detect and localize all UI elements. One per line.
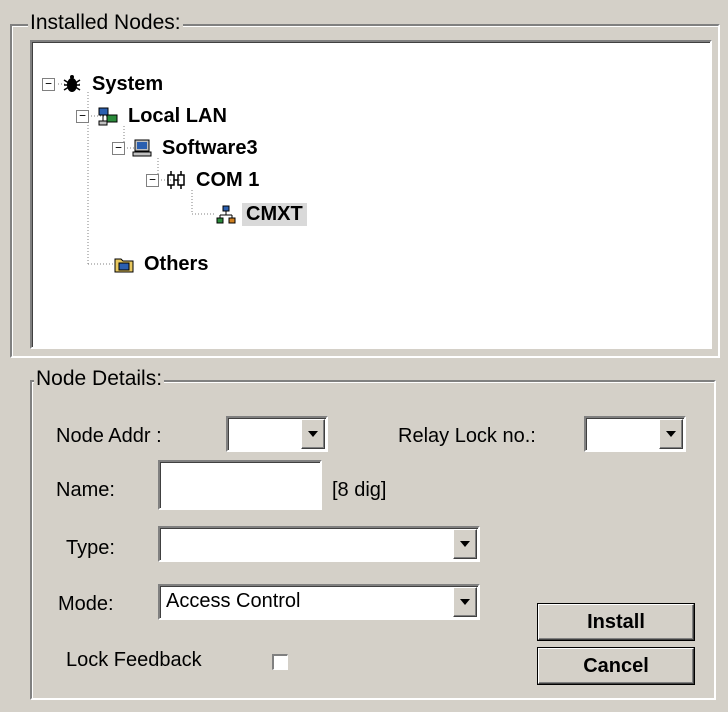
- name-label: Name:: [56, 479, 115, 501]
- type-select[interactable]: [158, 526, 480, 562]
- relay-lock-select[interactable]: [584, 416, 686, 452]
- mode-label: Mode:: [58, 593, 114, 615]
- system-bug-icon: [63, 75, 81, 92]
- name-hint: [8 dig]: [332, 479, 387, 501]
- node-addr-label: Node Addr :: [56, 425, 162, 447]
- lock-feedback-label: Lock Feedback: [66, 649, 202, 671]
- tree-node-label: Others: [144, 252, 209, 275]
- node-addr-select[interactable]: [226, 416, 328, 452]
- type-label: Type:: [66, 537, 115, 559]
- chevron-down-icon[interactable]: [453, 587, 477, 617]
- tree-node-label: System: [92, 72, 164, 95]
- chevron-down-icon[interactable]: [301, 419, 325, 449]
- lock-feedback-checkbox[interactable]: [272, 654, 288, 670]
- tree-node-software3[interactable]: Software3: [132, 134, 262, 162]
- local-lan-collapse-toggle[interactable]: −: [76, 110, 89, 123]
- install-button[interactable]: Install: [538, 604, 694, 640]
- relay-lock-label: Relay Lock no.:: [398, 425, 536, 447]
- software3-collapse-toggle[interactable]: −: [112, 142, 125, 155]
- mode-select[interactable]: Access Control: [158, 584, 480, 620]
- system-collapse-toggle[interactable]: −: [42, 78, 55, 91]
- tree-node-label: CMXT: [242, 202, 307, 226]
- com1-collapse-toggle[interactable]: −: [146, 174, 159, 187]
- port-icon: [167, 171, 185, 189]
- chevron-down-icon[interactable]: [659, 419, 683, 449]
- installed-nodes-title: Installed Nodes:: [28, 11, 183, 34]
- tree-node-com1[interactable]: COM 1: [166, 166, 263, 194]
- tree-node-system[interactable]: System: [62, 70, 167, 98]
- network-icon: [98, 107, 118, 126]
- tree-node-label: Software3: [162, 136, 258, 159]
- cancel-button[interactable]: Cancel: [538, 648, 694, 684]
- folder-icon: [114, 258, 134, 273]
- node-icon: [216, 205, 236, 224]
- tree-node-local-lan[interactable]: Local LAN: [98, 102, 231, 130]
- tree-node-others[interactable]: Others: [114, 250, 212, 278]
- computer-icon: [132, 139, 152, 157]
- tree-node-label: Local LAN: [128, 104, 227, 127]
- node-details-title: Node Details:: [34, 367, 165, 390]
- tree-node-cmxt[interactable]: CMXT: [216, 200, 307, 228]
- node-tree[interactable]: − System − Local LAN − Software3 − COM 1…: [30, 40, 712, 349]
- tree-node-label: COM 1: [196, 168, 260, 191]
- mode-value: Access Control: [166, 590, 301, 612]
- chevron-down-icon[interactable]: [453, 529, 477, 559]
- name-input[interactable]: [158, 460, 322, 510]
